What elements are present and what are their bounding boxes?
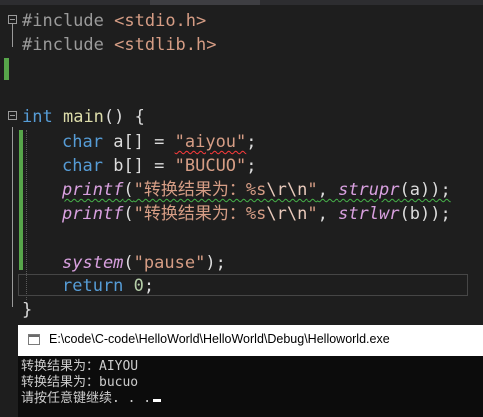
preprocessor-directive: #include xyxy=(22,11,104,31)
code-line-7[interactable]: char b[] = "BUCUO"; xyxy=(0,154,483,178)
console-title: E:\code\C-code\HelloWorld\HelloWorld\Deb… xyxy=(49,332,390,346)
function-name: main xyxy=(62,107,104,127)
declaration: b[] = xyxy=(113,156,175,176)
comma: , xyxy=(317,180,339,200)
parens: () xyxy=(103,107,125,127)
brace: { xyxy=(134,107,145,127)
keyword: int xyxy=(22,107,53,127)
function-call: printf xyxy=(62,180,124,200)
console-prompt-text: 请按任意键继续. . . xyxy=(21,391,152,406)
paren: ( xyxy=(123,180,134,200)
string-literal: "转换结果为：%s xyxy=(133,180,267,200)
function-call: strlwr xyxy=(338,204,400,224)
string-literal: " xyxy=(307,204,318,224)
escape-sequence: \r\n xyxy=(266,180,308,200)
console-app-icon xyxy=(28,334,40,345)
code-line-2[interactable]: #include <stdlib.h> xyxy=(0,33,483,57)
keyword: char xyxy=(62,156,103,176)
console-cursor xyxy=(153,399,162,402)
console-titlebar[interactable]: E:\code\C-code\HelloWorld\HelloWorld\Deb… xyxy=(18,325,483,356)
tab-main[interactable] xyxy=(150,0,260,5)
semicolon: ; xyxy=(246,156,257,176)
include-header: <stdio.h> xyxy=(114,11,207,31)
console-output-line: 转换结果为：bucuo xyxy=(21,375,139,390)
string-literal: "BUCUO" xyxy=(174,156,247,176)
comma: , xyxy=(317,204,339,224)
include-header: <stdlib.h> xyxy=(114,35,217,55)
code-line-1[interactable]: #include <stdio.h> xyxy=(0,9,483,33)
semicolon: ; xyxy=(143,276,155,296)
string-literal: "转换结果为：%s xyxy=(133,204,267,224)
arguments: (a)); xyxy=(399,180,451,200)
string-literal: "pause" xyxy=(133,253,206,273)
code-line-6[interactable]: char a[] = "aiyou"; xyxy=(0,130,483,154)
console-window[interactable]: E:\code\C-code\HelloWorld\HelloWorld\Deb… xyxy=(18,325,483,417)
code-line-13[interactable]: } xyxy=(0,298,483,322)
string-literal: " xyxy=(307,180,318,200)
code-line-12[interactable]: return 0; xyxy=(0,274,483,298)
function-call: strupr xyxy=(338,180,400,200)
brace: } xyxy=(22,300,33,320)
paren: ( xyxy=(123,204,134,224)
code-editor[interactable]: #include <stdio.h> #include <stdlib.h> i… xyxy=(0,0,483,325)
keyword: return xyxy=(62,276,124,296)
code-line-11[interactable]: system("pause"); xyxy=(0,251,483,275)
declaration: a[] = xyxy=(113,132,175,152)
escape-sequence: \r\n xyxy=(266,204,308,224)
console-prompt-line: 请按任意键继续. . . xyxy=(21,391,162,407)
console-output-line: 转换结果为：AIYOU xyxy=(21,359,139,374)
paren: ( xyxy=(123,253,134,273)
number-literal: 0 xyxy=(133,276,144,296)
keyword: char xyxy=(62,132,103,152)
string-literal: "aiyou" xyxy=(174,132,247,152)
paren-close: ); xyxy=(205,253,226,273)
code-line-5[interactable]: int main() { xyxy=(0,105,483,129)
function-call: system xyxy=(62,253,124,273)
semicolon: ; xyxy=(246,132,257,152)
code-line-8[interactable]: printf("转换结果为：%s\r\n", strupr(a)); xyxy=(0,178,483,202)
function-call: printf xyxy=(62,204,124,224)
collapse-icon[interactable] xyxy=(8,111,17,120)
code-line-9[interactable]: printf("转换结果为：%s\r\n", strlwr(b)); xyxy=(0,202,483,226)
arguments: (b)); xyxy=(399,204,451,224)
preprocessor-directive: #include xyxy=(22,35,104,55)
tab-strip xyxy=(0,0,483,5)
collapse-icon[interactable] xyxy=(8,15,17,24)
